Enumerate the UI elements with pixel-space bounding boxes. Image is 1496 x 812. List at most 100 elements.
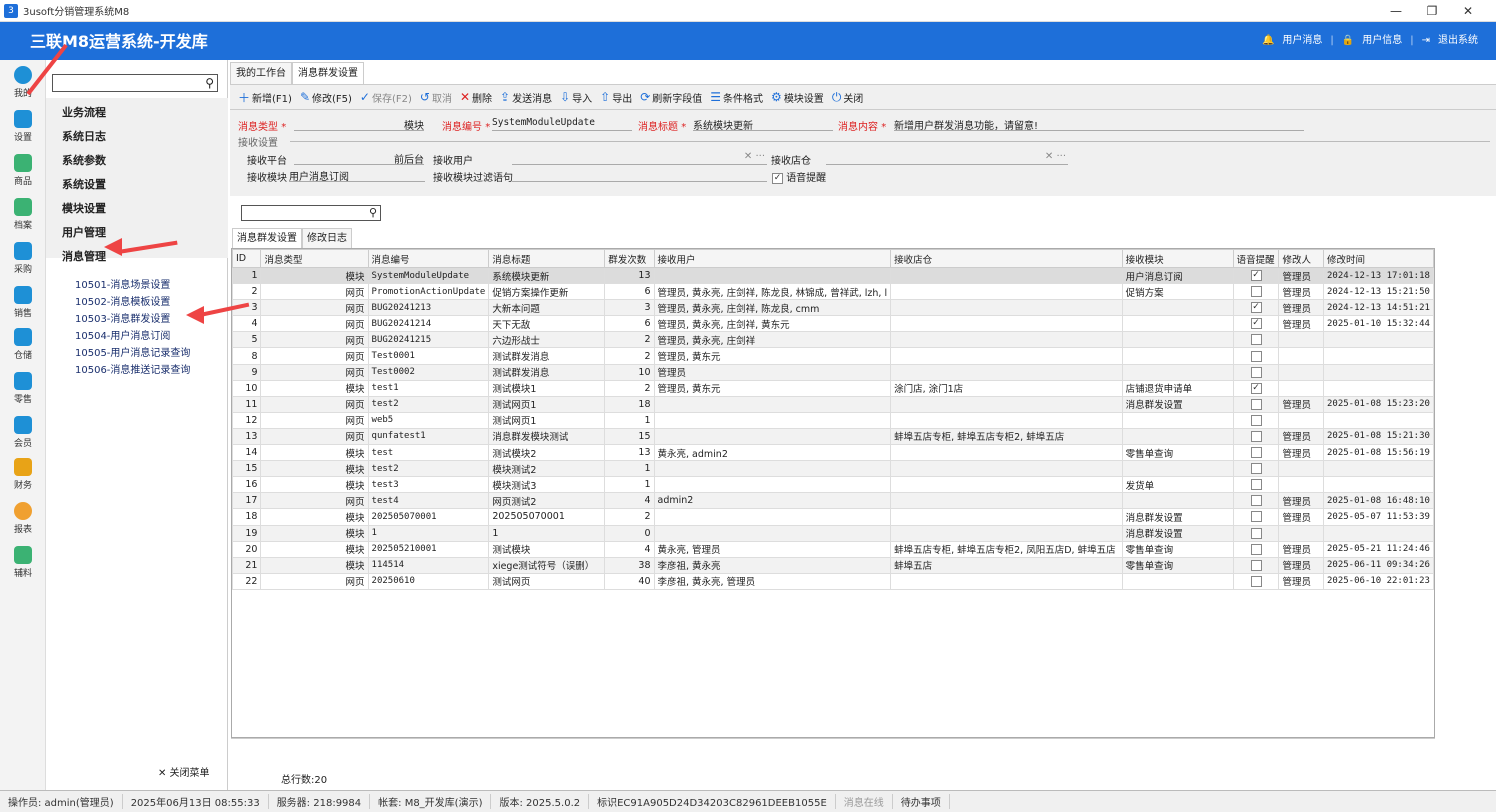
table-cell[interactable]: [1232, 331, 1280, 349]
iconbar-item-report[interactable]: 报表: [0, 502, 46, 535]
platform-field[interactable]: 前后台: [294, 151, 424, 166]
checkbox-empty-icon[interactable]: [1250, 511, 1262, 523]
column-header[interactable]: 接收店仓: [890, 249, 1123, 268]
user-message-link[interactable]: 用户消息: [1282, 22, 1322, 60]
checkbox-checked-icon[interactable]: ✓: [1250, 270, 1262, 282]
logout-link[interactable]: 退出系统: [1438, 22, 1478, 60]
nav-item-business-flow[interactable]: 业务流程: [62, 104, 106, 120]
table-cell[interactable]: [1232, 524, 1280, 542]
msg-content-field[interactable]: 新增用户群发消息功能，请留意!: [894, 117, 1304, 132]
table-cell[interactable]: [1232, 395, 1280, 413]
tab-change-log[interactable]: 修改日志: [302, 228, 352, 250]
table-cell[interactable]: [1232, 411, 1280, 429]
toolbar-button-3[interactable]: ↺ 取消: [420, 90, 452, 105]
column-header[interactable]: 消息编号: [367, 249, 490, 268]
table-cell[interactable]: [1232, 540, 1280, 558]
checkbox-empty-icon[interactable]: [1250, 286, 1262, 298]
table-cell[interactable]: ✓: [1232, 379, 1280, 397]
table-row[interactable]: 20 模块 202505210001 测试模块 4 黄永亮, 管理员 蚌埠五店专柜, 蚌埠五…: [232, 540, 1434, 558]
status-item[interactable]: 消息在线: [836, 794, 893, 809]
nav-subitem-scene[interactable]: 10501-消息场景设置: [75, 276, 170, 291]
checkbox-empty-icon[interactable]: [1250, 527, 1262, 539]
column-header[interactable]: 消息标题: [488, 249, 606, 268]
table-row[interactable]: 14 模块 test 测试模块2 13 黄永亮, admin2 零售单查询 管理员 2025-0…: [232, 444, 1434, 462]
column-header[interactable]: 接收模块: [1121, 249, 1234, 268]
user-info-link[interactable]: 用户信息: [1362, 22, 1402, 60]
checkbox-empty-icon[interactable]: [1250, 495, 1262, 507]
search-icon[interactable]: ⚲: [205, 76, 214, 90]
table-cell[interactable]: [1232, 460, 1280, 478]
nav-subitem-subscribe[interactable]: 10504-用户消息订阅: [75, 327, 170, 342]
table-row[interactable]: 21 模块 114514 xiege测试符号（误删） 38 李彦祖, 黄永亮 蚌埠五店 零售单…: [232, 556, 1434, 574]
nav-subitem-push-query[interactable]: 10506-消息推送记录查询: [75, 361, 190, 376]
iconbar-item-archive[interactable]: 档案: [0, 198, 46, 231]
toolbar-button-4[interactable]: ✕ 删除: [460, 90, 492, 105]
table-cell[interactable]: [1232, 508, 1280, 526]
checkbox-checked-icon[interactable]: ✓: [1250, 382, 1262, 394]
column-header[interactable]: 修改时间: [1322, 249, 1434, 268]
table-cell[interactable]: [1232, 572, 1280, 590]
toolbar-button-10[interactable]: ⚙ 模块设置: [771, 90, 824, 105]
maximize-button[interactable]: ❐: [1414, 0, 1450, 22]
msg-code-field[interactable]: SystemModuleUpdate: [492, 117, 632, 131]
toolbar-button-6[interactable]: ⇩ 导入: [560, 90, 592, 105]
table-row[interactable]: 4 网页 BUG20241214 天下无敌 6 管理员, 黄永亮, 庄剑祥, 黄东元 ✓ 管理…: [232, 315, 1434, 333]
nav-search-input[interactable]: ⚲: [52, 74, 218, 92]
nav-item-system-log[interactable]: 系统日志: [62, 128, 106, 144]
tab-workbench[interactable]: 我的工作台: [230, 62, 292, 84]
table-cell[interactable]: [1232, 427, 1280, 446]
table-row[interactable]: 11 网页 test2 测试网页1 18 消息群发设置 管理员 2025-01-08 15:2…: [232, 395, 1434, 413]
table-cell[interactable]: ✓: [1232, 299, 1280, 317]
table-cell[interactable]: [1232, 556, 1280, 574]
column-header[interactable]: 接收用户: [653, 249, 892, 268]
table-row[interactable]: 12 网页 web5 测试网页1 1: [232, 411, 1434, 429]
toolbar-button-0[interactable]: ＋新增(F1): [238, 89, 292, 106]
checkbox-empty-icon[interactable]: [1250, 334, 1262, 346]
close-menu-button[interactable]: ✕ 关闭菜单: [158, 764, 210, 779]
iconbar-item-member[interactable]: 会员: [0, 416, 46, 449]
toolbar-button-2[interactable]: ✓ 保存(F2): [360, 90, 412, 105]
checkbox-empty-icon[interactable]: [1250, 559, 1262, 571]
module-field[interactable]: 用户消息订阅: [289, 168, 425, 183]
column-header[interactable]: ID: [232, 249, 262, 268]
table-row[interactable]: 13 网页 qunfatest1 消息群发模块测试 15 蚌埠五店专柜, 蚌埠五店专柜2,…: [232, 427, 1434, 446]
iconbar-item-sales[interactable]: 销售: [0, 286, 46, 319]
toolbar-button-7[interactable]: ⇧ 导出: [600, 90, 632, 105]
toolbar-button-5[interactable]: ⇪ 发送消息: [500, 90, 552, 105]
nav-item-user-management[interactable]: 用户管理: [62, 224, 106, 240]
table-cell[interactable]: [1232, 492, 1280, 510]
checkbox-empty-icon[interactable]: [1250, 543, 1262, 555]
toolbar-button-9[interactable]: ☰ 条件格式: [710, 90, 763, 105]
clear-icon[interactable]: ✕ ···: [744, 151, 765, 162]
checkbox-empty-icon[interactable]: [1250, 575, 1262, 587]
table-row[interactable]: 10 模块 test1 测试模块1 2 管理员, 黄东元 涂门店, 涂门1店 店铺退货申请单 ✓: [232, 379, 1434, 397]
iconbar-item-purchase[interactable]: 采购: [0, 242, 46, 275]
table-cell[interactable]: ✓: [1232, 266, 1280, 285]
iconbar-item-goods[interactable]: 商品: [0, 154, 46, 187]
iconbar-item-retail[interactable]: 零售: [0, 372, 46, 405]
table-row[interactable]: 16 模块 test3 模块测试3 1 发货单: [232, 476, 1434, 494]
tab-broadcast-settings[interactable]: 消息群发设置: [232, 228, 302, 250]
checkbox-empty-icon[interactable]: [1250, 447, 1262, 459]
voice-checkbox[interactable]: ✓ 语音提醒: [772, 169, 826, 184]
table-cell[interactable]: [1232, 283, 1280, 301]
table-cell[interactable]: [1232, 347, 1280, 365]
table-row[interactable]: 19 模块 1 1 0 消息群发设置: [232, 524, 1434, 542]
status-item[interactable]: 待办事项: [893, 794, 950, 809]
table-row[interactable]: 1 模块 SystemModuleUpdate 系统模块更新 13 用户消息订阅 ✓ 管理员 2…: [232, 266, 1434, 285]
iconbar-item-auxiliary[interactable]: 辅料: [0, 546, 46, 579]
checkbox-checked-icon[interactable]: ✓: [1250, 318, 1262, 330]
clear-icon[interactable]: ✕ ···: [1045, 151, 1066, 162]
nav-item-system-params[interactable]: 系统参数: [62, 152, 106, 168]
filter-field[interactable]: [512, 168, 767, 182]
column-header[interactable]: 消息类型: [260, 249, 369, 268]
nav-item-module-settings[interactable]: 模块设置: [62, 200, 106, 216]
table-cell[interactable]: ✓: [1232, 315, 1280, 333]
column-header[interactable]: 群发次数: [604, 249, 655, 268]
iconbar-item-settings[interactable]: 设置: [0, 110, 46, 143]
checkbox-empty-icon[interactable]: [1250, 398, 1262, 410]
table-row[interactable]: 9 网页 Test0002 测试群发消息 10 管理员: [232, 363, 1434, 381]
nav-subitem-template[interactable]: 10502-消息模板设置: [75, 293, 170, 308]
toolbar-button-8[interactable]: ⟳ 刷新字段值: [640, 90, 702, 105]
toolbar-button-11[interactable]: ⏻ 关闭: [832, 90, 864, 105]
